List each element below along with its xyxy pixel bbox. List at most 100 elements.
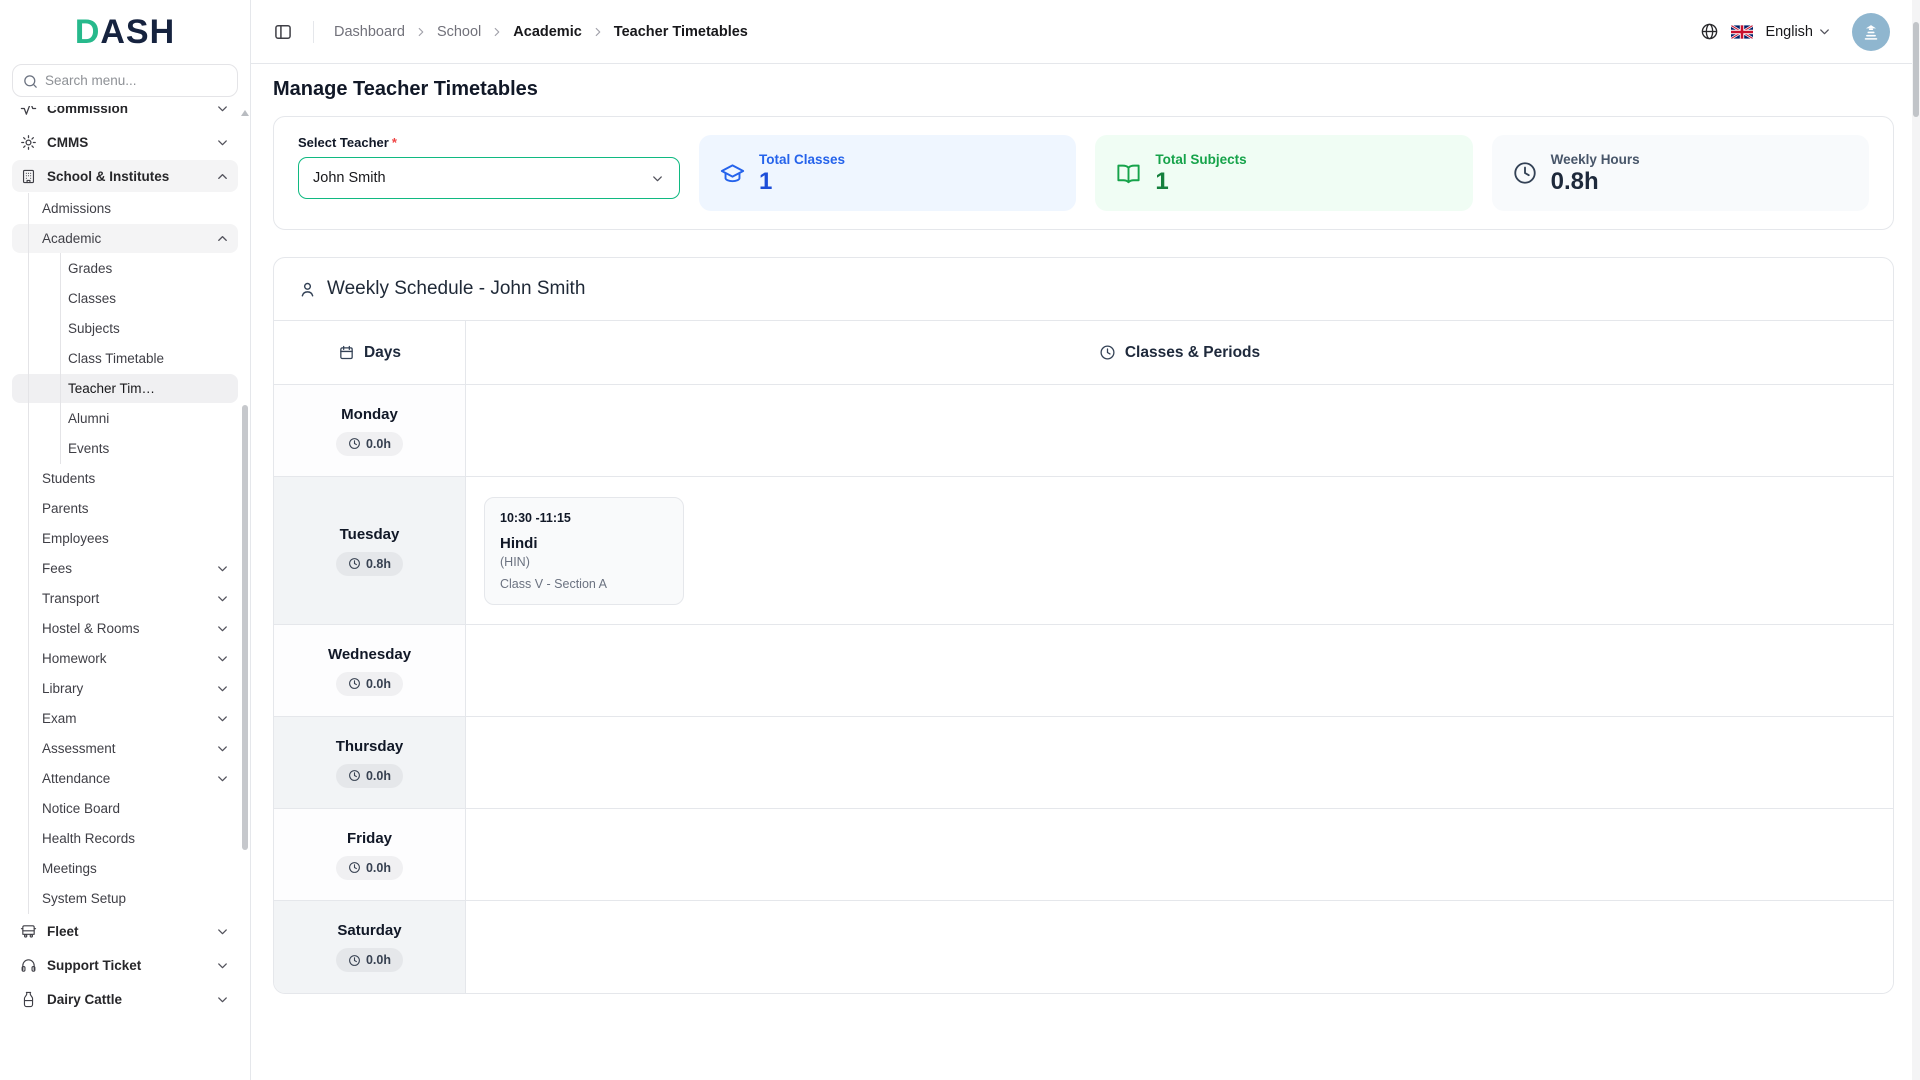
sidebar-item-hostel-rooms[interactable]: Hostel & Rooms bbox=[12, 614, 238, 643]
schedule-row-saturday: Saturday 0.0h bbox=[274, 901, 1893, 993]
sidebar-item-attendance[interactable]: Attendance bbox=[12, 764, 238, 793]
clock-icon bbox=[348, 769, 361, 782]
sidebar-item-parents[interactable]: Parents bbox=[12, 494, 238, 523]
sidebar-item-label: Health Records bbox=[42, 831, 230, 846]
breadcrumb-item-dashboard[interactable]: Dashboard bbox=[334, 24, 405, 40]
period-subject: Hindi bbox=[500, 535, 668, 552]
top-header: Dashboard School Academic Teacher Timetable… bbox=[251, 0, 1920, 64]
sidebar-item-label: Grades bbox=[68, 261, 230, 276]
building-icon bbox=[20, 168, 37, 185]
stat-card-total-subjects: Total Subjects 1 bbox=[1095, 135, 1472, 211]
sidebar-item-subjects[interactable]: Subjects bbox=[12, 314, 238, 343]
sidebar-item-label: CMMS bbox=[47, 135, 205, 150]
language-selector[interactable]: English bbox=[1765, 24, 1832, 40]
day-hours-badge: 0.0h bbox=[336, 672, 403, 696]
sidebar-toggle-icon[interactable] bbox=[273, 22, 293, 42]
day-hours-badge: 0.0h bbox=[336, 856, 403, 880]
classes-cell: 10:30 -11:15 Hindi (HIN) Class V - Secti… bbox=[466, 477, 1893, 624]
sidebar-item-students[interactable]: Students bbox=[12, 464, 238, 493]
classes-cell bbox=[466, 809, 1893, 900]
clock-icon bbox=[348, 861, 361, 874]
bus-icon bbox=[20, 923, 37, 940]
search-input[interactable] bbox=[12, 64, 238, 97]
sidebar-item-cmms[interactable]: CMMS bbox=[12, 126, 238, 158]
clock-icon bbox=[348, 677, 361, 690]
sidebar-item-health-records[interactable]: Health Records bbox=[12, 824, 238, 853]
teacher-select-value: John Smith bbox=[313, 170, 386, 186]
schedule-title: Weekly Schedule - John Smith bbox=[327, 278, 585, 300]
day-hours-badge: 0.0h bbox=[336, 764, 403, 788]
header-actions: English bbox=[1700, 13, 1890, 51]
app-logo: DASH bbox=[0, 0, 250, 61]
stat-label: Weekly Hours bbox=[1551, 152, 1640, 167]
sidebar-item-exam[interactable]: Exam bbox=[12, 704, 238, 733]
sidebar-item-meetings[interactable]: Meetings bbox=[12, 854, 238, 883]
sidebar-item-transport[interactable]: Transport bbox=[12, 584, 238, 613]
sidebar-item-support-ticket[interactable]: Support Ticket bbox=[12, 949, 238, 981]
sidebar-item-label: Commission bbox=[47, 106, 205, 116]
main-area: Dashboard School Academic Teacher Timetable… bbox=[251, 0, 1920, 1080]
teacher-select[interactable]: John Smith bbox=[298, 157, 680, 199]
sidebar-item-fees[interactable]: Fees bbox=[12, 554, 238, 583]
chevron-up-icon bbox=[215, 169, 230, 184]
sidebar-item-label: School & Institutes bbox=[47, 169, 205, 184]
sidebar-item-academic[interactable]: Academic bbox=[12, 224, 238, 253]
globe-icon[interactable] bbox=[1700, 22, 1719, 41]
day-name: Tuesday bbox=[340, 526, 400, 543]
clock-icon bbox=[1099, 344, 1116, 361]
breadcrumb-separator-icon bbox=[490, 25, 504, 39]
sidebar-menu: Commission CMMS School & Institutes Admi… bbox=[0, 106, 250, 1080]
page-scrollbar[interactable] bbox=[1912, 0, 1920, 1080]
stat-label: Total Subjects bbox=[1155, 152, 1246, 167]
chevron-down-icon bbox=[215, 106, 230, 116]
sidebar-item-dairy-cattle[interactable]: Dairy Cattle bbox=[12, 983, 238, 1015]
scroll-up-arrow[interactable] bbox=[241, 110, 249, 116]
sidebar-item-homework[interactable]: Homework bbox=[12, 644, 238, 673]
sidebar-item-fleet[interactable]: Fleet bbox=[12, 915, 238, 947]
sidebar-item-label: Hostel & Rooms bbox=[42, 621, 205, 636]
sidebar-scrollbar-thumb[interactable] bbox=[242, 405, 248, 850]
sidebar-item-assessment[interactable]: Assessment bbox=[12, 734, 238, 763]
day-cell: Friday 0.0h bbox=[274, 809, 466, 900]
sidebar-item-library[interactable]: Library bbox=[12, 674, 238, 703]
gear-icon bbox=[20, 134, 37, 151]
page-scrollbar-thumb[interactable] bbox=[1913, 22, 1919, 117]
sidebar-item-teacher-timetables[interactable]: Teacher Timetables bbox=[12, 374, 238, 403]
stats-row: Total Classes 1 Total Subjects 1 Weekly … bbox=[699, 135, 1869, 211]
sidebar-item-commission[interactable]: Commission bbox=[12, 106, 238, 124]
sidebar-item-school-institutes[interactable]: School & Institutes bbox=[12, 160, 238, 192]
sidebar-item-system-setup[interactable]: System Setup bbox=[12, 884, 238, 913]
breadcrumb-item-school[interactable]: School bbox=[437, 24, 481, 40]
breadcrumb-separator-icon bbox=[414, 25, 428, 39]
chevron-down-icon bbox=[215, 711, 230, 726]
sidebar-item-employees[interactable]: Employees bbox=[12, 524, 238, 553]
sidebar-item-class-timetable[interactable]: Class Timetable bbox=[12, 344, 238, 373]
stat-card-weekly-hours: Weekly Hours 0.8h bbox=[1492, 135, 1869, 211]
sidebar-item-label: System Setup bbox=[42, 891, 230, 906]
breadcrumb-item-academic[interactable]: Academic bbox=[513, 24, 582, 40]
milk-icon bbox=[20, 991, 37, 1008]
avatar[interactable] bbox=[1852, 13, 1890, 51]
sidebar-scrollbar[interactable] bbox=[241, 110, 249, 1076]
sidebar-item-admissions[interactable]: Admissions bbox=[12, 194, 238, 223]
sidebar-item-grades[interactable]: Grades bbox=[12, 254, 238, 283]
sidebar-item-events[interactable]: Events bbox=[12, 434, 238, 463]
teacher-filter-card: Select Teacher* John Smith Total Classes… bbox=[273, 116, 1894, 230]
chevron-down-icon bbox=[215, 924, 230, 939]
sidebar-item-label: Events bbox=[68, 441, 230, 456]
logo-letter-d: D bbox=[75, 13, 101, 51]
breadcrumb-item-teacher-timetables[interactable]: Teacher Timetables bbox=[614, 24, 748, 40]
days-column-header: Days bbox=[274, 321, 466, 384]
sidebar-item-label: Admissions bbox=[42, 201, 230, 216]
sidebar-item-classes[interactable]: Classes bbox=[12, 284, 238, 313]
stat-label: Total Classes bbox=[759, 152, 845, 167]
sidebar-item-alumni[interactable]: Alumni bbox=[12, 404, 238, 433]
sidebar-item-label: Exam bbox=[42, 711, 205, 726]
schedule-row-wednesday: Wednesday 0.0h bbox=[274, 625, 1893, 717]
page-title: Manage Teacher Timetables bbox=[273, 78, 1894, 101]
stat-value: 1 bbox=[1155, 169, 1246, 194]
chevron-down-icon bbox=[215, 651, 230, 666]
period-subject-code: (HIN) bbox=[500, 555, 668, 569]
sidebar-item-notice-board[interactable]: Notice Board bbox=[12, 794, 238, 823]
schedule-row-thursday: Thursday 0.0h bbox=[274, 717, 1893, 809]
